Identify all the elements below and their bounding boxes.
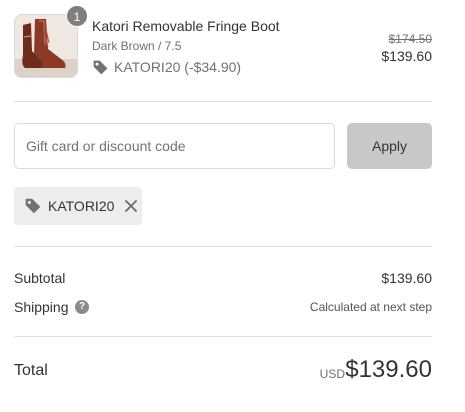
shipping-label: Shipping xyxy=(14,299,69,315)
divider xyxy=(14,336,432,337)
boot-image xyxy=(15,15,77,77)
original-price: $174.50 xyxy=(388,32,432,46)
quantity-badge: 1 xyxy=(66,5,88,27)
total-label: Total xyxy=(14,362,48,379)
product-discount-label: KATORI20 (-$34.90) xyxy=(114,59,242,75)
divider xyxy=(14,246,432,247)
total-value: $139.60 xyxy=(345,356,432,383)
divider xyxy=(14,101,432,102)
applied-code-label: KATORI20 xyxy=(48,198,115,214)
tag-icon xyxy=(92,59,109,76)
close-icon[interactable] xyxy=(124,199,138,213)
applied-discount-chip: KATORI20 xyxy=(14,187,142,225)
line-price: $139.60 xyxy=(381,48,432,64)
total-currency: USD xyxy=(319,367,345,381)
product-discount: KATORI20 (-$34.90) xyxy=(92,58,241,76)
tag-icon xyxy=(24,197,42,215)
question-circle-icon[interactable]: ? xyxy=(75,300,89,314)
product-name: Katori Removable Fringe Boot xyxy=(92,18,280,34)
apply-button[interactable]: Apply xyxy=(347,123,432,169)
discount-code-input[interactable] xyxy=(14,123,335,169)
subtotal-label: Subtotal xyxy=(14,270,66,286)
product-variant: Dark Brown / 7.5 xyxy=(92,39,182,53)
subtotal-value: $139.60 xyxy=(381,270,432,286)
shipping-value: Calculated at next step xyxy=(309,300,432,314)
